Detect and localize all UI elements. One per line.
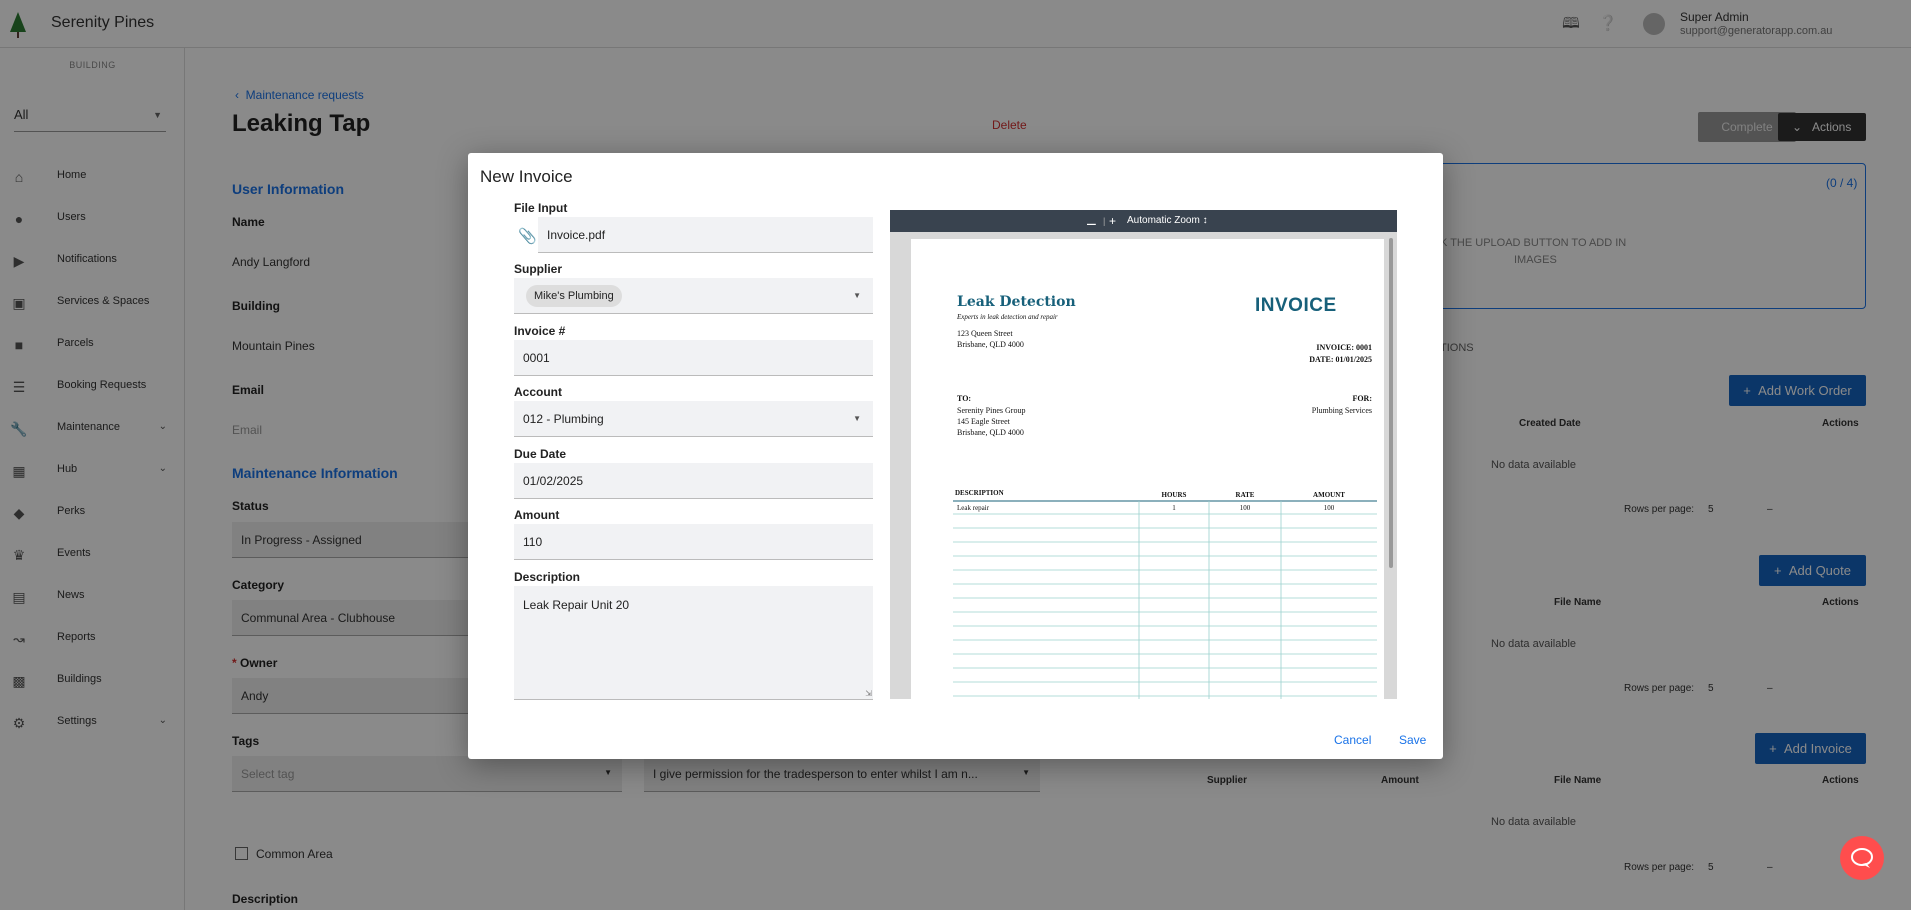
modal-title: New Invoice [480, 167, 573, 186]
pdf-toolbar: ⚊ | + Automatic Zoom ↕ [890, 210, 1397, 232]
pdf-col-rate: RATE [1235, 491, 1255, 499]
account-label: Account [514, 385, 562, 399]
supplier-select[interactable]: Mike's Plumbing ▼ [514, 278, 873, 314]
caret-down-icon: ▼ [853, 291, 861, 300]
account-select[interactable]: 012 - Plumbing ▼ [514, 401, 873, 437]
pdf-col-amount: AMOUNT [1313, 491, 1345, 499]
pdf-date: DATE: 01/01/2025 [1309, 355, 1372, 364]
pdf-company-addr1: 123 Queen Street [957, 329, 1013, 338]
pdf-row-amount: 100 [1323, 504, 1335, 512]
save-button[interactable]: Save [1399, 733, 1426, 747]
pdf-to-line2: 145 Eagle Street [957, 417, 1010, 426]
pdf-preview[interactable]: ⚊ | + Automatic Zoom ↕ Leak Detection Ex… [890, 210, 1397, 699]
zoom-out-icon[interactable]: ⚊ [1086, 214, 1097, 228]
pdf-to-label: TO: [957, 394, 972, 403]
resize-handle-icon: ⇲ [865, 689, 872, 698]
caret-down-icon: ▼ [853, 414, 861, 423]
supplier-label: Supplier [514, 262, 563, 276]
zoom-in-icon[interactable]: + [1109, 214, 1116, 228]
pdf-to-line3: Brisbane, QLD 4000 [957, 428, 1024, 437]
file-input-label: File Input [514, 201, 568, 215]
pdf-company-addr2: Brisbane, QLD 4000 [957, 340, 1024, 349]
pdf-row-description: Leak repair [957, 504, 990, 512]
supplier-chip: Mike's Plumbing [526, 285, 622, 307]
pdf-row-rate: 100 [1239, 504, 1251, 512]
invoice-number-label: Invoice # [514, 324, 566, 338]
pdf-line-table [953, 500, 1377, 699]
pdf-col-description: DESCRIPTION [955, 489, 1004, 497]
chat-bubble-icon [1851, 848, 1873, 868]
pdf-row-hours: 1 [1172, 504, 1176, 512]
description-label: Description [514, 570, 581, 584]
pdf-scrollbar[interactable] [1389, 238, 1393, 568]
description-textarea[interactable]: Leak Repair Unit 20 ⇲ [514, 586, 873, 700]
pdf-company: Leak Detection [957, 294, 1076, 310]
due-date-field[interactable]: 01/02/2025 [514, 463, 873, 499]
zoom-select[interactable]: Automatic Zoom ↕ [1127, 215, 1208, 226]
due-date-label: Due Date [514, 447, 567, 461]
file-input[interactable]: Invoice.pdf [538, 217, 873, 253]
invoice-number-field[interactable]: 0001 [514, 340, 873, 376]
paperclip-icon[interactable]: 📎 [518, 227, 537, 245]
pdf-for-label: FOR: [1352, 394, 1372, 403]
cancel-button[interactable]: Cancel [1334, 733, 1371, 747]
pdf-invoice-number: INVOICE: 0001 [1316, 343, 1372, 352]
chat-help-button[interactable] [1840, 836, 1884, 880]
pdf-tagline: Experts in leak detection and repair [957, 313, 1058, 321]
pdf-to-line1: Serenity Pines Group [957, 406, 1026, 415]
pdf-col-hours: HOURS [1161, 491, 1187, 499]
pdf-doc-title: INVOICE [1255, 295, 1337, 316]
amount-label: Amount [514, 508, 560, 522]
pdf-page: Leak Detection Experts in leak detection… [911, 239, 1384, 699]
pdf-for-value: Plumbing Services [1311, 406, 1372, 415]
amount-field[interactable]: 110 [514, 524, 873, 560]
